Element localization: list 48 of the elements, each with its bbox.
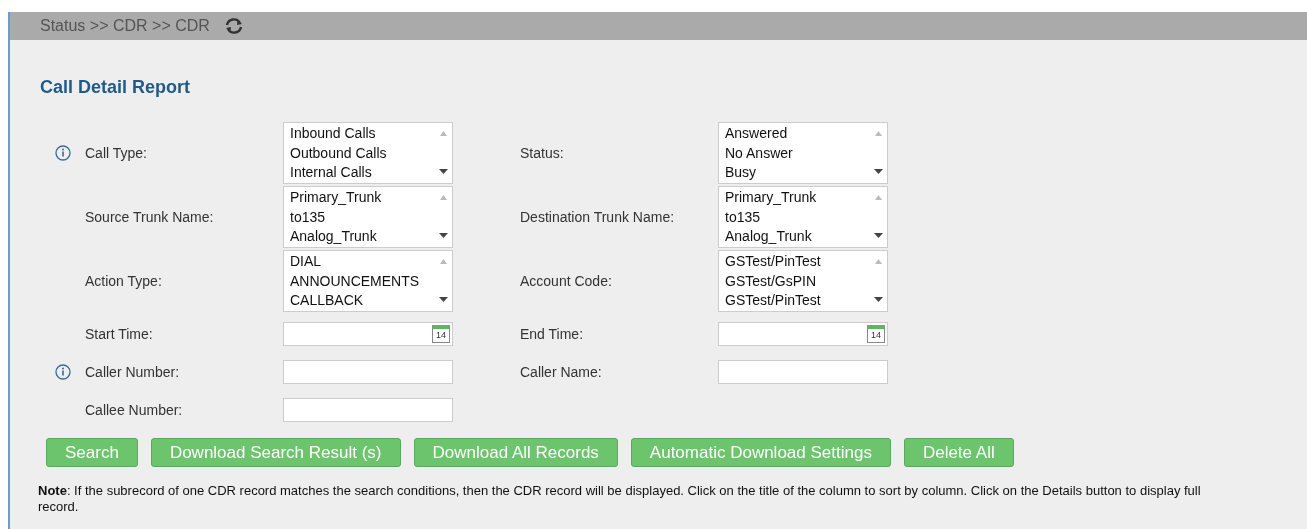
multi-select-list[interactable]: Answered No Answer Busy <box>718 122 888 184</box>
multi-select-list[interactable]: Inbound Calls Outbound Calls Internal Calls <box>283 122 453 184</box>
field-label: Source Trunk Name: <box>85 209 215 225</box>
list-option[interactable]: No Answer <box>725 143 870 163</box>
page-title: Call Detail Report <box>40 77 192 98</box>
list-option[interactable]: GSTest/GsPIN <box>725 271 870 291</box>
calendar-icon[interactable]: 14 <box>432 325 450 343</box>
list-option[interactable]: CALLBACK <box>290 291 435 311</box>
list-option[interactable]: Inbound Calls <box>290 124 435 144</box>
list-option[interactable]: DIAL <box>290 252 435 272</box>
multi-select-list[interactable]: Primary_Trunk to135 Analog_Trunk <box>718 186 888 248</box>
note-text: Note: If the subrecord of one CDR record matches the search conditions, then the CDR record will be displayed. Click on the title of the column to sort by column. Click on the Details button to display full record. <box>38 483 1202 515</box>
field-label: Caller Number: <box>85 364 181 380</box>
field-label: End Time: <box>520 326 585 342</box>
list-option[interactable]: Primary_Trunk <box>725 188 870 208</box>
list-option[interactable]: Primary_Trunk <box>290 188 435 208</box>
refresh-icon[interactable] <box>223 17 244 35</box>
field-label: Callee Number: <box>85 402 184 418</box>
list-option[interactable]: Outbound Calls <box>290 143 435 163</box>
text-field[interactable] <box>718 360 888 384</box>
text-field[interactable] <box>283 398 453 422</box>
list-option[interactable]: Internal Calls <box>290 163 435 183</box>
date-field[interactable]: 14 <box>718 322 888 346</box>
info-icon[interactable] <box>54 145 71 161</box>
field-label: Call Type: <box>85 145 148 161</box>
multi-select-list[interactable]: Primary_Trunk to135 Analog_Trunk <box>283 186 453 248</box>
multi-select-list[interactable]: GSTest/PinTest GSTest/GsPIN GSTest/PinTest <box>718 250 888 312</box>
info-icon[interactable] <box>54 364 71 380</box>
list-option[interactable]: to135 <box>290 207 435 227</box>
field-label: Action Type: <box>85 273 163 289</box>
list-option[interactable]: GSTest/PinTest <box>725 291 870 311</box>
field-label: Caller Name: <box>520 364 603 380</box>
list-option[interactable]: to135 <box>725 207 870 227</box>
list-option[interactable]: Answered <box>725 124 870 144</box>
multi-select-list[interactable]: DIAL ANNOUNCEMENTS CALLBACK <box>283 250 453 312</box>
field-label: Status: <box>520 145 565 161</box>
list-option[interactable]: Busy <box>725 163 870 183</box>
breadcrumb: Status >> CDR >> CDR <box>40 17 210 35</box>
date-field[interactable]: 14 <box>283 322 453 346</box>
list-option[interactable]: ANNOUNCEMENTS <box>290 271 435 291</box>
field-label: Account Code: <box>520 273 613 289</box>
text-field[interactable] <box>283 360 453 384</box>
calendar-icon[interactable]: 14 <box>867 325 885 343</box>
list-option[interactable]: Analog_Trunk <box>725 227 870 247</box>
field-label: Destination Trunk Name: <box>520 209 676 225</box>
field-label: Start Time: <box>85 326 154 342</box>
list-option[interactable]: Analog_Trunk <box>290 227 435 247</box>
list-option[interactable]: GSTest/PinTest <box>725 252 870 272</box>
